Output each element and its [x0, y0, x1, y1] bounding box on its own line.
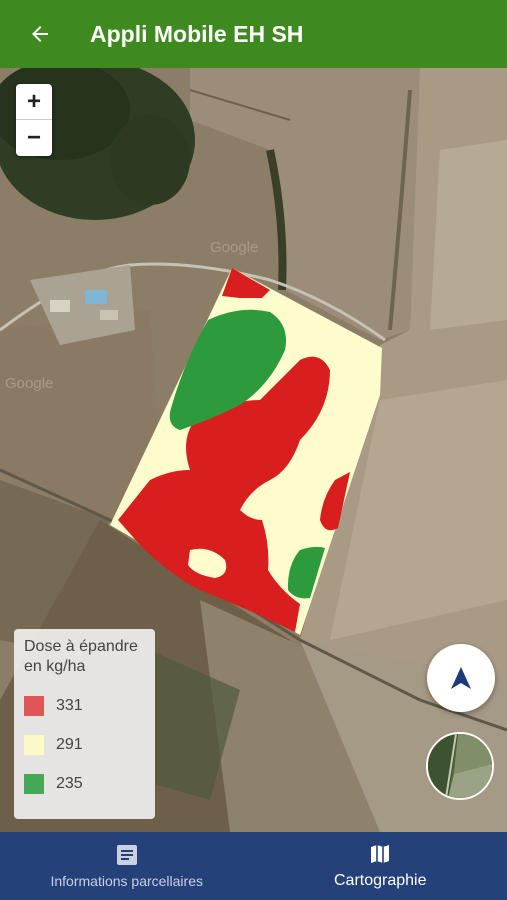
zoom-out-button[interactable]: −	[16, 120, 52, 156]
bottom-navigation: Informations parcellaires Cartographie	[0, 832, 507, 900]
tab-informations-parcellaires[interactable]: Informations parcellaires	[0, 832, 254, 900]
back-button[interactable]	[20, 14, 60, 54]
map-icon	[371, 845, 390, 863]
legend-panel: Dose à épandre en kg/ha 331 291 235	[14, 629, 155, 819]
legend-item: 291	[24, 735, 145, 755]
legend-title-line1: Dose à épandre	[24, 638, 138, 655]
legend-value: 331	[56, 697, 83, 714]
google-watermark: Google	[210, 239, 258, 256]
locate-button[interactable]	[427, 644, 495, 712]
legend-value: 235	[56, 775, 83, 792]
navigation-arrow-icon	[451, 667, 471, 689]
legend-title-line2: en kg/ha	[24, 658, 86, 675]
legend-swatch-mid	[24, 735, 44, 755]
legend-swatch-high	[24, 696, 44, 716]
legend-item: 235	[24, 774, 145, 794]
document-icon	[116, 845, 137, 865]
zoom-in-button[interactable]: +	[16, 84, 52, 120]
satellite-layer-icon	[428, 734, 492, 798]
legend-title: Dose à épandre en kg/ha	[24, 637, 145, 677]
google-watermark: Google	[5, 375, 53, 392]
map-layer-button[interactable]	[426, 732, 494, 800]
zoom-control: + −	[16, 84, 52, 156]
tab-label: Cartographie	[334, 872, 427, 889]
app-title: Appli Mobile EH SH	[90, 20, 304, 47]
arrow-left-icon	[32, 26, 48, 42]
tab-label: Informations parcellaires	[50, 873, 203, 889]
app-bar: Appli Mobile EH SH	[0, 0, 507, 68]
tab-cartographie[interactable]: Cartographie	[254, 832, 507, 900]
legend-swatch-low	[24, 774, 44, 794]
legend-item: 331	[24, 696, 145, 716]
legend-value: 291	[56, 736, 83, 753]
